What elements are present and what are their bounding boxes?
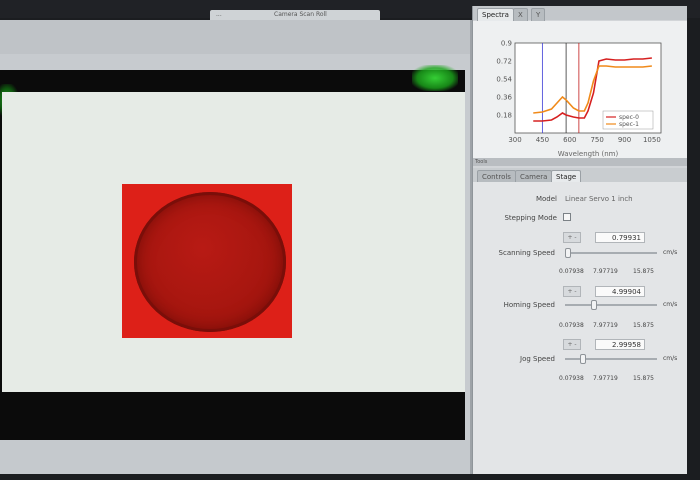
x-tick-label: 300	[508, 136, 521, 144]
side-panel: Spectra X Y 0.9 0.72 0.54 0.36 0.18 300 450 60…	[472, 6, 687, 480]
tab-spectra[interactable]: Spectra	[477, 8, 514, 21]
stepping-mode-checkbox[interactable]	[563, 213, 571, 221]
scanning-speed-unit: cm/s	[663, 249, 678, 256]
x-tick-label: 750	[590, 136, 603, 144]
tab-x-label: X	[518, 11, 523, 19]
model-label: Model	[535, 195, 557, 203]
scanning-speed-min: 0.07938	[559, 268, 584, 275]
scanning-speed-spinner[interactable]: + -	[563, 232, 581, 243]
tab-y[interactable]: Y	[531, 8, 546, 21]
jog-speed-input[interactable]: 2.99958	[595, 339, 645, 350]
jog-speed-track	[565, 358, 657, 360]
jog-speed-mid: 7.97719	[593, 375, 618, 382]
camera-panel	[0, 20, 472, 475]
x-tick-label: 450	[536, 136, 549, 144]
y-tick-label: 0.36	[496, 94, 512, 102]
scanning-speed-label: Scanning Speed	[498, 249, 555, 257]
jog-speed-unit: cm/s	[663, 355, 678, 362]
tab-stage-label: Stage	[556, 173, 577, 181]
legend: spec-0spec-1	[602, 110, 654, 130]
homing-speed-mid: 7.97719	[593, 322, 618, 329]
homing-speed-slider[interactable]	[590, 300, 597, 310]
x-axis-ticks: 300 450 600 750 900 1050	[508, 136, 660, 144]
homing-speed-track	[565, 304, 657, 306]
x-axis-label: Wavelength (nm)	[558, 150, 619, 158]
legend-label: spec-1	[619, 121, 639, 128]
petri-dish	[134, 192, 286, 332]
jog-speed-spinner[interactable]: + -	[563, 339, 581, 350]
camera-view[interactable]	[0, 65, 465, 440]
camera-status-area	[0, 440, 470, 475]
homing-speed-max: 15.875	[633, 322, 654, 329]
tools-header: Tools	[473, 158, 687, 166]
jog-speed-min: 0.07938	[559, 375, 584, 382]
window-tab-2-label: Camera Scan Roll	[274, 11, 327, 18]
spectra-chart: 0.90.720.540.360.18 300 450 600 750 900 1050 …	[496, 40, 662, 158]
homing-speed-label: Homing Speed	[503, 301, 555, 309]
stage-settings: Model Linear Servo 1 inch Stepping Mode …	[473, 182, 687, 480]
scanning-speed-slider[interactable]	[565, 248, 571, 258]
scanning-speed-track	[565, 252, 657, 254]
camera-toolbar	[0, 20, 470, 54]
tab-y-label: Y	[536, 11, 541, 19]
scanning-speed-mid: 7.97719	[593, 268, 618, 275]
y-tick-label: 0.9	[501, 40, 512, 48]
jog-speed-label: Jog Speed	[520, 355, 555, 363]
jog-speed-max: 15.875	[633, 375, 654, 382]
window-tab-1[interactable]: ...	[210, 10, 272, 20]
y-axis-ticks: 0.9 0.72 0.54 0.36 0.18	[496, 40, 512, 120]
stepping-mode-label: Stepping Mode	[504, 214, 557, 222]
homing-speed-spinner[interactable]: + -	[563, 286, 581, 297]
window-tab-1-label: ...	[216, 11, 222, 18]
legend-label: spec-0	[619, 114, 639, 121]
spectra-tab-bar: Spectra X Y	[473, 6, 687, 21]
homing-speed-unit: cm/s	[663, 301, 678, 308]
tab-camera-label: Camera	[520, 173, 548, 181]
camera-image	[2, 92, 465, 392]
y-tick-label: 0.54	[496, 76, 512, 84]
x-tick-label: 600	[563, 136, 576, 144]
window-tab-camera-scan-roll[interactable]: Camera Scan Roll	[268, 10, 380, 20]
x-tick-label: 900	[618, 136, 631, 144]
spectra-plot[interactable]: 0.9 0.72 0.54 0.36 0.18 300 450 600 750 900 1050 …	[473, 21, 687, 161]
x-tick-label: 1050	[643, 136, 661, 144]
bottom-strip	[0, 474, 700, 480]
y-tick-label: 0.18	[496, 112, 512, 120]
homing-speed-min: 0.07938	[559, 322, 584, 329]
y-tick-label: 0.72	[496, 58, 512, 66]
tab-spectra-label: Spectra	[482, 11, 509, 19]
tools-tab-bar: Controls Camera Stage	[473, 168, 687, 183]
tab-controls-label: Controls	[482, 173, 511, 181]
green-led-glare	[412, 65, 458, 91]
jog-speed-slider[interactable]	[580, 354, 587, 364]
scanning-speed-max: 15.875	[633, 268, 654, 275]
tab-x[interactable]: X	[513, 8, 528, 21]
scanning-speed-input[interactable]: 0.79931	[595, 232, 645, 243]
tools-header-label: Tools	[475, 159, 488, 165]
model-value: Linear Servo 1 inch	[565, 195, 633, 203]
homing-speed-input[interactable]: 4.99904	[595, 286, 645, 297]
